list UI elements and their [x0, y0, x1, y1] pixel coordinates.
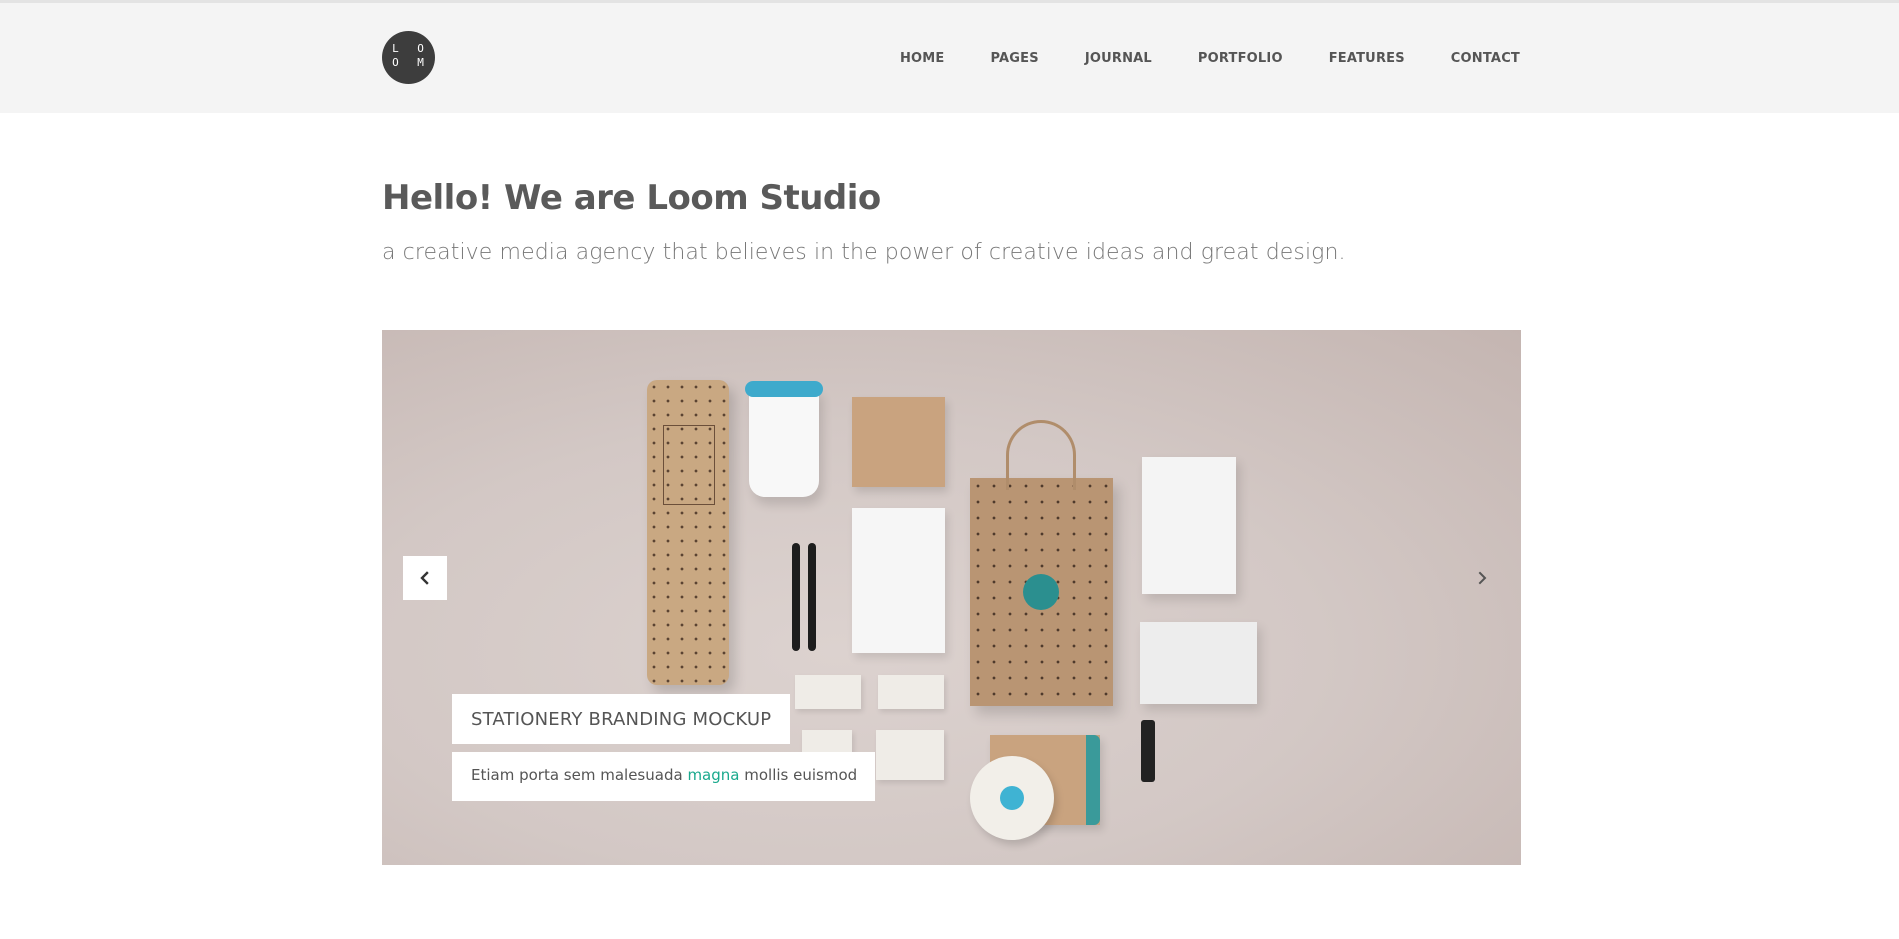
nav-features[interactable]: FEATURES [1329, 51, 1405, 66]
slide-caption-text: Etiam porta sem malesuada magna mollis e… [452, 752, 875, 801]
slider-next-button[interactable] [1470, 566, 1494, 590]
slide-caption-title: STATIONERY BRANDING MOCKUP [452, 694, 791, 744]
poster-tube-image [647, 380, 729, 685]
nav-home[interactable]: HOME [900, 51, 945, 66]
nav-portfolio[interactable]: PORTFOLIO [1198, 51, 1283, 66]
caption-text-after: mollis euismod [739, 766, 858, 784]
main-nav: HOME PAGES JOURNAL PORTFOLIO FEATURES CO… [854, 51, 1520, 66]
chevron-left-icon [420, 571, 429, 585]
logo[interactable]: L O O M [382, 31, 435, 84]
chevron-right-icon [1478, 571, 1487, 585]
coffee-cup-image [745, 381, 823, 497]
caption-text-accent: magna [687, 766, 740, 784]
usb-drive-image [1141, 720, 1155, 782]
shopping-bag-image [970, 420, 1113, 706]
folded-letter-image [1142, 457, 1236, 594]
cd-disc-image [970, 756, 1054, 840]
page-title: Hello! We are Loom Studio [382, 178, 881, 218]
intro-section: Hello! We are Loom Studio a creative med… [382, 178, 1346, 265]
business-card-image [876, 730, 944, 780]
logo-line-1: L O [392, 42, 430, 55]
nav-contact[interactable]: CONTACT [1451, 51, 1520, 66]
site-header: L O O M HOME PAGES JOURNAL PORTFOLIO FEA… [0, 3, 1899, 113]
nav-journal[interactable]: JOURNAL [1085, 51, 1152, 66]
hero-slider[interactable]: STATIONERY BRANDING MOCKUP Etiam porta s… [382, 330, 1521, 865]
logo-line-2: O M [392, 56, 430, 69]
letterhead-image [852, 508, 945, 653]
napkin-image [852, 397, 945, 487]
pen-image [792, 543, 800, 651]
nav-pages[interactable]: PAGES [991, 51, 1039, 66]
caption-text-before: Etiam porta sem malesuada [471, 766, 688, 784]
pen-image [808, 543, 816, 651]
page-subtitle: a creative media agency that believes in… [382, 240, 1346, 265]
envelope-image [1140, 622, 1257, 704]
slider-prev-button[interactable] [403, 556, 447, 600]
business-card-image [795, 675, 861, 709]
business-card-image [878, 675, 944, 709]
